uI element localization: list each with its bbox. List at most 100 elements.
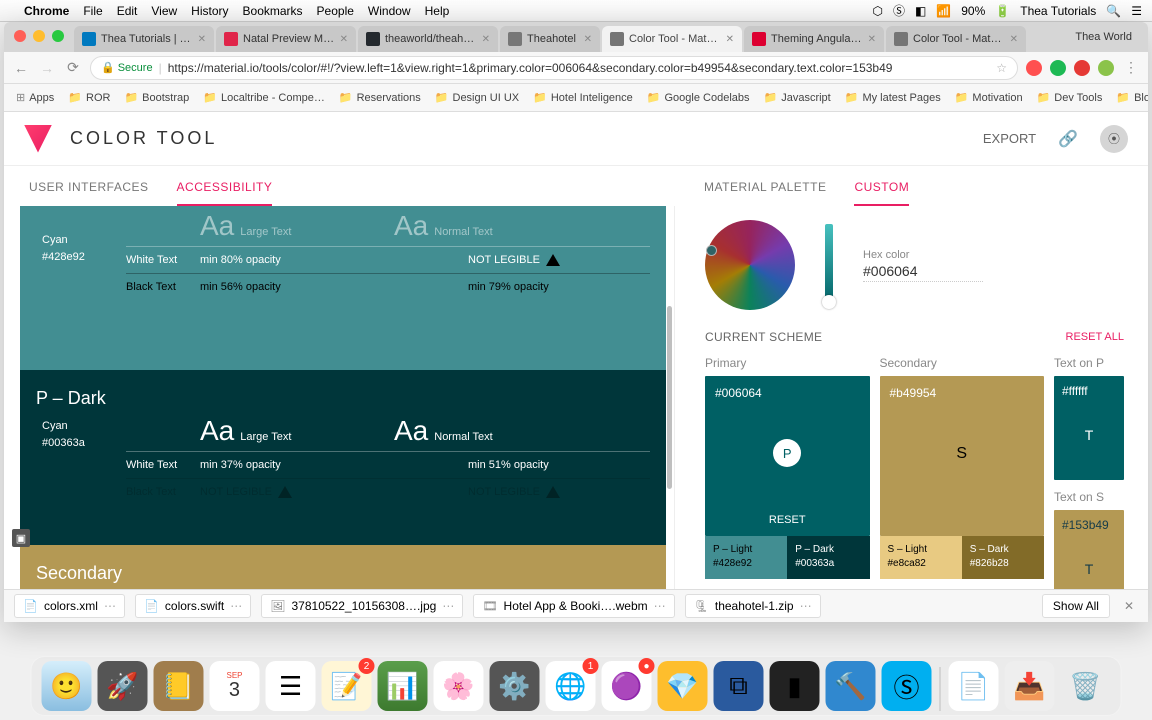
tab-natal[interactable]: Natal Preview Mode✕: [216, 26, 356, 52]
profile-name[interactable]: Thea World: [1065, 31, 1142, 43]
s-light-swatch[interactable]: S – Light #e8ca82: [880, 536, 962, 579]
menu-window[interactable]: Window: [368, 4, 411, 18]
feedback-icon[interactable]: ▣: [12, 529, 30, 547]
back-icon[interactable]: ←: [12, 60, 30, 76]
download-item[interactable]: 🖼37810522_10156308….jpg⋯: [261, 594, 463, 618]
address-bar[interactable]: 🔒 Secure | https://material.io/tools/col…: [90, 56, 1018, 80]
download-menu-icon[interactable]: ⋯: [800, 599, 812, 613]
bookmark-hotel[interactable]: 📁Hotel Inteligence: [529, 89, 637, 106]
p-dark-swatch[interactable]: P – Dark #00363a: [787, 536, 869, 579]
menu-people[interactable]: People: [317, 4, 354, 18]
extension-icon[interactable]: [1050, 60, 1066, 76]
menu-edit[interactable]: Edit: [117, 4, 138, 18]
bookmark-reservations[interactable]: 📁Reservations: [335, 89, 425, 106]
app-name[interactable]: Chrome: [24, 4, 69, 18]
numbers-icon[interactable]: 📊: [378, 661, 428, 711]
export-button[interactable]: EXPORT: [983, 131, 1036, 146]
photos-icon[interactable]: 🌸: [434, 661, 484, 711]
bookmark-bootstrap[interactable]: 📁Bootstrap: [120, 89, 193, 106]
lightness-slider[interactable]: [825, 224, 833, 306]
download-item[interactable]: 📄colors.swift⋯: [135, 594, 251, 618]
download-menu-icon[interactable]: ⋯: [230, 599, 242, 613]
reset-all-button[interactable]: RESET ALL: [1066, 331, 1125, 343]
hex-input[interactable]: #006064: [863, 263, 983, 282]
color-wheel[interactable]: [705, 220, 795, 310]
1password-icon[interactable]: ◧: [915, 4, 926, 18]
tab-close-icon[interactable]: ✕: [722, 34, 734, 45]
notes-icon[interactable]: 📝2: [322, 661, 372, 711]
material-logo[interactable]: [24, 125, 52, 153]
launchpad-icon[interactable]: 🚀: [98, 661, 148, 711]
contacts-icon[interactable]: 📒: [154, 661, 204, 711]
secondary-swatch[interactable]: #b49954 S: [880, 376, 1045, 536]
battery-icon[interactable]: 🔋: [995, 4, 1010, 18]
download-item[interactable]: 📄colors.xml⋯: [14, 594, 125, 618]
trash-icon[interactable]: 🗑️: [1061, 661, 1111, 711]
download-menu-icon[interactable]: ⋯: [654, 599, 666, 613]
tab-close-icon[interactable]: ✕: [194, 34, 206, 45]
terminal-icon[interactable]: ▮: [770, 661, 820, 711]
menu-help[interactable]: Help: [425, 4, 450, 18]
skype-menubar-icon[interactable]: Ⓢ: [893, 2, 905, 19]
download-menu-icon[interactable]: ⋯: [104, 599, 116, 613]
menu-bookmarks[interactable]: Bookmarks: [243, 4, 303, 18]
bookmark-devtools[interactable]: 📁Dev Tools: [1033, 89, 1107, 106]
accessibility-pane[interactable]: AaLarge Text AaNormal Text Cyan #428e92 …: [4, 206, 674, 589]
skype-icon[interactable]: Ⓢ: [882, 661, 932, 711]
bookmark-javascript[interactable]: 📁Javascript: [760, 89, 835, 106]
s-dark-swatch[interactable]: S – Dark #826b28: [962, 536, 1044, 579]
menu-view[interactable]: View: [151, 4, 177, 18]
scrollbar[interactable]: [667, 306, 672, 489]
apps-button[interactable]: ⊞Apps: [12, 89, 58, 106]
bookmark-codelabs[interactable]: 📁Google Codelabs: [643, 89, 754, 106]
close-button[interactable]: [14, 30, 26, 42]
reset-button[interactable]: RESET: [715, 514, 860, 526]
show-all-button[interactable]: Show All: [1042, 594, 1110, 618]
tab-github[interactable]: theaworld/theahotel✕: [358, 26, 498, 52]
download-menu-icon[interactable]: ⋯: [442, 599, 454, 613]
settings-icon[interactable]: ⚙️: [490, 661, 540, 711]
reminders-icon[interactable]: ☰: [266, 661, 316, 711]
maximize-button[interactable]: [52, 30, 64, 42]
calendar-icon[interactable]: SEP3: [210, 661, 260, 711]
minimize-button[interactable]: [33, 30, 45, 42]
menu-file[interactable]: File: [83, 4, 102, 18]
downloads-stack-icon[interactable]: 📥: [1005, 661, 1055, 711]
tab-close-icon[interactable]: ✕: [580, 34, 592, 45]
finder-icon[interactable]: 🙂: [42, 661, 92, 711]
forward-icon[interactable]: →: [38, 60, 56, 76]
tab-accessibility[interactable]: ACCESSIBILITY: [177, 170, 273, 206]
dropbox-icon[interactable]: ⬡: [872, 4, 882, 18]
tab-close-icon[interactable]: ✕: [478, 34, 490, 45]
tab-material-palette[interactable]: MATERIAL PALETTE: [704, 170, 826, 206]
extension-icon[interactable]: [1098, 60, 1114, 76]
tab-trello[interactable]: Thea Tutorials | Trello✕: [74, 26, 214, 52]
tab-colortool-active[interactable]: Color Tool - Material✕: [602, 26, 742, 52]
chrome-menu-icon[interactable]: ⋮: [1122, 59, 1140, 76]
menu-history[interactable]: History: [191, 4, 228, 18]
extension-icon[interactable]: [1074, 60, 1090, 76]
chrome-icon[interactable]: 🌐1: [546, 661, 596, 711]
bookmark-mypages[interactable]: 📁My latest Pages: [841, 89, 945, 106]
bookmark-blockchain[interactable]: 📁Block Chain: [1112, 89, 1148, 106]
vscode-icon[interactable]: ⧉: [714, 661, 764, 711]
tab-close-icon[interactable]: ✕: [1006, 34, 1018, 45]
tab-user-interfaces[interactable]: USER INTERFACES: [29, 170, 149, 206]
p-light-swatch[interactable]: P – Light #428e92: [705, 536, 787, 579]
tab-close-icon[interactable]: ✕: [336, 34, 348, 45]
tab-custom[interactable]: CUSTOM: [854, 170, 909, 206]
bookmark-motivation[interactable]: 📁Motivation: [951, 89, 1027, 106]
spotlight-icon[interactable]: 🔍: [1106, 4, 1121, 18]
tab-angular[interactable]: Theming Angular Ma✕: [744, 26, 884, 52]
bookmark-star-icon[interactable]: ☆: [996, 61, 1007, 75]
bookmark-design[interactable]: 📁Design UI UX: [431, 89, 523, 106]
menu-list-icon[interactable]: ☰: [1131, 4, 1142, 18]
textedit-icon[interactable]: 📄: [949, 661, 999, 711]
tab-close-icon[interactable]: ✕: [864, 34, 876, 45]
text-on-p-swatch[interactable]: #ffffff T: [1054, 376, 1124, 480]
downloads-close-icon[interactable]: ✕: [1120, 599, 1138, 613]
extension-icon[interactable]: [1026, 60, 1042, 76]
bookmark-localtribe[interactable]: 📁Localtribe - Compe…: [199, 89, 329, 106]
bookmark-ror[interactable]: 📁ROR: [64, 89, 114, 106]
xcode-icon[interactable]: 🔨: [826, 661, 876, 711]
